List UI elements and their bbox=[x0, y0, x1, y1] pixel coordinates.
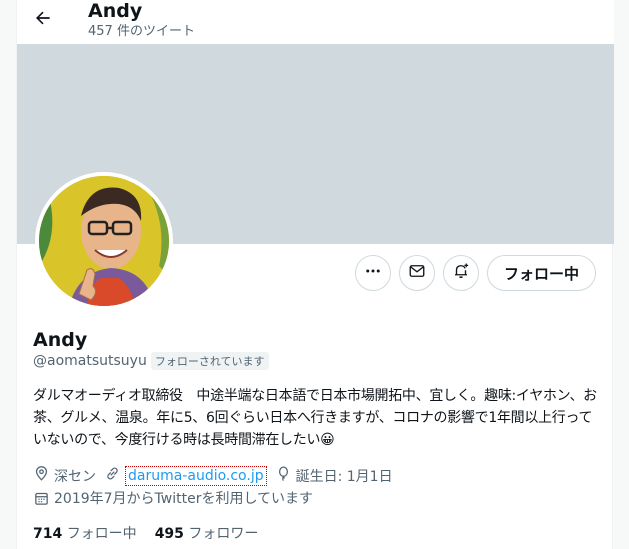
profile-bio: ダルマオーディオ取締役 中途半端な日本語で日本市場開拓中、宜しく。趣味:イヤホン… bbox=[33, 388, 597, 448]
avatar-caricature-image bbox=[39, 176, 169, 306]
birthday-text: 誕生日: 1月1日 bbox=[295, 468, 393, 485]
followers-stat[interactable]: 495 フォロワー bbox=[155, 523, 259, 543]
header-tweet-count: 457 件のツイート bbox=[88, 24, 195, 39]
following-stat[interactable]: 714 フォロー中 bbox=[33, 523, 137, 543]
message-button[interactable] bbox=[398, 255, 435, 291]
link-icon bbox=[104, 465, 121, 486]
birthday-item: 誕生日: 1月1日 bbox=[275, 465, 393, 486]
joined-text: 2019年7月からTwitterを利用しています bbox=[54, 491, 314, 507]
more-dots-icon bbox=[364, 262, 382, 284]
profile-actions: フォロー中 bbox=[354, 255, 596, 291]
website-item[interactable]: daruma-audio.co.jp bbox=[104, 465, 267, 486]
location-pin-icon bbox=[33, 465, 50, 486]
location-text: 深セン bbox=[54, 468, 96, 485]
header-name: Andy bbox=[88, 0, 143, 22]
following-button[interactable]: フォロー中 bbox=[486, 255, 596, 291]
bell-plus-icon bbox=[452, 262, 470, 284]
website-link[interactable]: daruma-audio.co.jp bbox=[125, 465, 267, 486]
balloon-icon bbox=[275, 465, 292, 486]
followers-count: 495 bbox=[154, 526, 184, 542]
location-item: 深セン bbox=[33, 465, 96, 486]
arrow-left-icon bbox=[33, 11, 53, 32]
following-label: フォロー中 bbox=[66, 526, 137, 542]
calendar-icon bbox=[33, 490, 50, 507]
back-button[interactable] bbox=[33, 8, 57, 32]
profile-header-bar: Andy 457 件のツイート bbox=[17, 0, 614, 44]
avatar[interactable] bbox=[35, 172, 173, 310]
follow-stats: 714 フォロー中 495 フォロワー bbox=[33, 523, 258, 543]
followers-label: フォロワー bbox=[188, 526, 259, 542]
follows-you-badge: フォローされています bbox=[150, 352, 269, 370]
following-count: 714 bbox=[33, 526, 63, 542]
notify-button[interactable] bbox=[442, 255, 479, 291]
envelope-icon bbox=[408, 262, 426, 284]
profile-handle: @aomatsutsuyu bbox=[33, 353, 147, 369]
profile-name: Andy bbox=[33, 329, 88, 351]
more-button[interactable] bbox=[354, 255, 391, 291]
joined-row: 2019年7月からTwitterを利用しています bbox=[33, 488, 313, 508]
profile-meta-row: 深セン daruma-audio.co.jp 誕生日: 1月1日 bbox=[33, 465, 393, 486]
handle-row: @aomatsutsuyu フォローされています bbox=[33, 352, 269, 370]
profile-column: Andy 457 件のツイート フォロー中 Andy @aomatsutsuyu… bbox=[16, 0, 614, 549]
